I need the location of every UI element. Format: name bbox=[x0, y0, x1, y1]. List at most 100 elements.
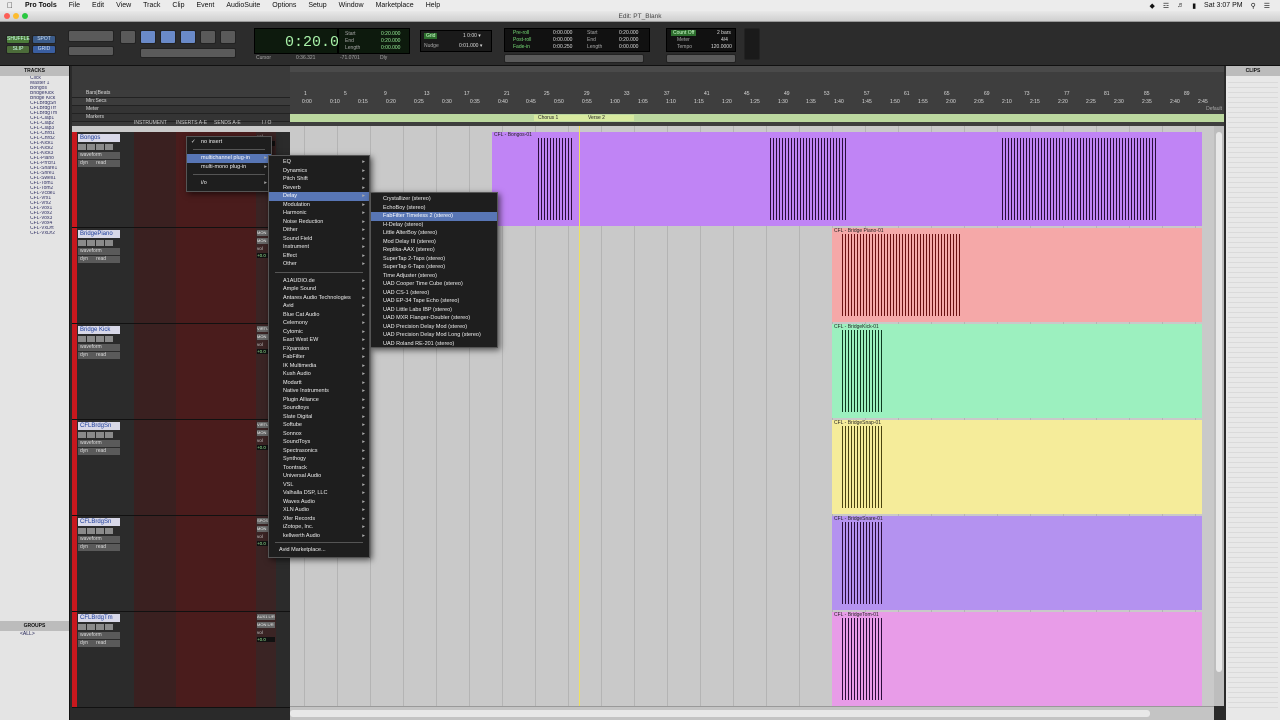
send-slots[interactable] bbox=[214, 324, 256, 419]
vendor-item[interactable]: iZotope, Inc. ▸ bbox=[269, 523, 369, 532]
mute-button[interactable] bbox=[105, 624, 113, 630]
zoom-presets[interactable] bbox=[68, 46, 114, 56]
vendor-item[interactable]: Waves Audio ▸ bbox=[269, 498, 369, 507]
menu-setup[interactable]: Setup bbox=[302, 2, 332, 9]
category-item-modulation[interactable]: Modulation ▸ bbox=[269, 201, 369, 210]
mute-button[interactable] bbox=[105, 432, 113, 438]
category-item-eq[interactable]: EQ ▸ bbox=[269, 158, 369, 167]
input-selector[interactable]: AUX1 L/R bbox=[257, 614, 275, 620]
input-monitor-button[interactable] bbox=[87, 624, 95, 630]
postroll-label[interactable]: Post-roll bbox=[513, 37, 531, 43]
audio-clip[interactable]: CFL - BridgeKick-01 bbox=[832, 324, 1202, 418]
main-counter[interactable]: 0:20.000 bbox=[254, 28, 357, 54]
solo-button[interactable] bbox=[96, 240, 104, 246]
end-value[interactable]: 0:20.000 bbox=[381, 38, 400, 44]
vendor-item[interactable]: SoundToys ▸ bbox=[269, 438, 369, 447]
vertical-scroll-thumb[interactable] bbox=[1216, 132, 1222, 672]
clock[interactable]: Sat 3:07 PM bbox=[1204, 2, 1243, 9]
automation-mode-selector[interactable]: dyn read bbox=[78, 256, 120, 263]
horizontal-scroll-thumb[interactable] bbox=[290, 710, 1150, 717]
meter-value[interactable]: 4/4 bbox=[721, 37, 728, 43]
category-item-reverb[interactable]: Reverb ▸ bbox=[269, 184, 369, 193]
menu-file[interactable]: File bbox=[63, 2, 86, 9]
audio-clip[interactable]: CFL - BridgeSnare-01 bbox=[832, 516, 1202, 610]
delay-plugin-item[interactable]: SuperTap 6-Taps (stereo) bbox=[371, 263, 497, 272]
insert-menu-io[interactable]: i/o ▸ bbox=[187, 179, 271, 188]
insert-slots[interactable] bbox=[176, 612, 214, 707]
delay-plugin-item[interactable]: UAD Little Labs IBP (stereo) bbox=[371, 306, 497, 315]
delay-plugin-item[interactable]: UAD Cooper Time Cube (stereo) bbox=[371, 280, 497, 289]
automation-mode-selector[interactable]: dyn read bbox=[78, 448, 120, 455]
vendor-item[interactable]: Synthogy ▸ bbox=[269, 455, 369, 464]
marker-lane[interactable] bbox=[290, 114, 1224, 122]
nudge-label[interactable]: Nudge bbox=[424, 43, 439, 49]
tool-options[interactable] bbox=[140, 48, 236, 58]
menu-marketplace[interactable]: Marketplace bbox=[370, 2, 420, 9]
instrument-slot[interactable] bbox=[134, 612, 176, 707]
horizontal-scrollbar[interactable] bbox=[290, 706, 1214, 720]
delay-plugin-item[interactable]: UAD Precision Delay Mod Long (stereo) bbox=[371, 331, 497, 340]
fadein-label[interactable]: Fade-in bbox=[513, 44, 530, 50]
delay-plugin-item[interactable]: UAD EP-34 Tape Echo (stereo) bbox=[371, 297, 497, 306]
mute-button[interactable] bbox=[105, 528, 113, 534]
clips-panel-title[interactable]: CLIPS bbox=[1226, 66, 1280, 76]
vendor-item[interactable]: XLN Audio ▸ bbox=[269, 506, 369, 515]
menu-window[interactable]: Window bbox=[333, 2, 370, 9]
track-view-selector[interactable]: waveform bbox=[78, 632, 120, 639]
track-view-selector[interactable]: waveform bbox=[78, 440, 120, 447]
vendor-item[interactable]: Blue Cat Audio ▸ bbox=[269, 311, 369, 320]
grid-mode-button[interactable]: GRID bbox=[32, 45, 56, 54]
fadein-value[interactable]: 0:00.250 bbox=[553, 44, 572, 50]
track-name[interactable]: CFLBrdgSn bbox=[78, 422, 120, 430]
vendor-item[interactable]: Plugin Alliance ▸ bbox=[269, 396, 369, 405]
solo-button[interactable] bbox=[96, 528, 104, 534]
shuffle-mode-button[interactable]: SHUFFLE bbox=[6, 35, 30, 44]
category-item-effect[interactable]: Effect ▸ bbox=[269, 252, 369, 261]
vendor-item[interactable]: Cytomic ▸ bbox=[269, 328, 369, 337]
start-value[interactable]: 0:20.000 bbox=[381, 31, 400, 37]
start2-value[interactable]: 0:20.000 bbox=[619, 30, 638, 36]
menu-help[interactable]: Help bbox=[420, 2, 446, 9]
length2-value[interactable]: 0:00.000 bbox=[619, 44, 638, 50]
vendor-item[interactable]: Xfer Records ▸ bbox=[269, 515, 369, 524]
zoom-buttons[interactable] bbox=[68, 30, 114, 42]
vendor-item[interactable]: VSL ▸ bbox=[269, 481, 369, 490]
delay-plugin-item[interactable]: UAD CS-1 (stereo) bbox=[371, 289, 497, 298]
scrubber-tool-icon[interactable] bbox=[200, 30, 216, 44]
category-item-delay[interactable]: Delay ▸ bbox=[269, 192, 369, 201]
track-name[interactable]: Bridge Kick bbox=[78, 326, 120, 334]
groups-panel-title[interactable]: GROUPS bbox=[0, 621, 69, 631]
send-slots[interactable] bbox=[214, 228, 256, 323]
menu-track[interactable]: Track bbox=[137, 2, 166, 9]
trim-tool-icon[interactable] bbox=[140, 30, 156, 44]
track-name[interactable]: CFLBrdgSn bbox=[78, 518, 120, 526]
track-view-selector[interactable]: waveform bbox=[78, 344, 120, 351]
vertical-scrollbar[interactable] bbox=[1214, 126, 1224, 706]
delay-plugin-item[interactable]: Mod Delay III (stereo) bbox=[371, 238, 497, 247]
mute-button[interactable] bbox=[105, 336, 113, 342]
timeline-rulers[interactable]: Bars|Beats Min:Secs Meter Markers Chorus… bbox=[72, 66, 1224, 126]
overview-strip[interactable] bbox=[290, 66, 1224, 72]
audio-clip[interactable]: CFL - Bridge Piano-01 bbox=[832, 228, 1202, 322]
marker-verse-2[interactable]: Verse 2 bbox=[584, 115, 634, 121]
track-list-item[interactable]: CFL-VxDr2 bbox=[0, 231, 69, 236]
vendor-item[interactable]: Sonnox ▸ bbox=[269, 430, 369, 439]
instrument-slot[interactable] bbox=[134, 324, 176, 419]
track-name[interactable]: CFLBrdgTm bbox=[78, 614, 120, 622]
category-item-instrument[interactable]: Instrument ▸ bbox=[269, 243, 369, 252]
delay-plugin-item[interactable]: UAD Roland RE-201 (stereo) bbox=[371, 340, 497, 349]
input-monitor-button[interactable] bbox=[87, 336, 95, 342]
notifications-icon[interactable]: ☰ bbox=[1264, 2, 1270, 10]
input-monitor-button[interactable] bbox=[87, 528, 95, 534]
tempo-value[interactable]: 120.0000 bbox=[711, 44, 732, 50]
vendor-item[interactable]: IK Multimedia ▸ bbox=[269, 362, 369, 371]
vendor-item[interactable]: Toontrack ▸ bbox=[269, 464, 369, 473]
vendor-item[interactable]: East West EW ▸ bbox=[269, 336, 369, 345]
instrument-slot[interactable] bbox=[134, 420, 176, 515]
mute-button[interactable] bbox=[105, 240, 113, 246]
audio-clip[interactable]: CFL - BridgeTom-01 bbox=[832, 612, 1202, 706]
preroll-label[interactable]: Pre-roll bbox=[513, 30, 529, 36]
dropbox-icon[interactable]: ◆ bbox=[1150, 2, 1155, 10]
group-all[interactable]: <ALL> bbox=[0, 631, 69, 637]
category-item-dither[interactable]: Dither ▸ bbox=[269, 226, 369, 235]
